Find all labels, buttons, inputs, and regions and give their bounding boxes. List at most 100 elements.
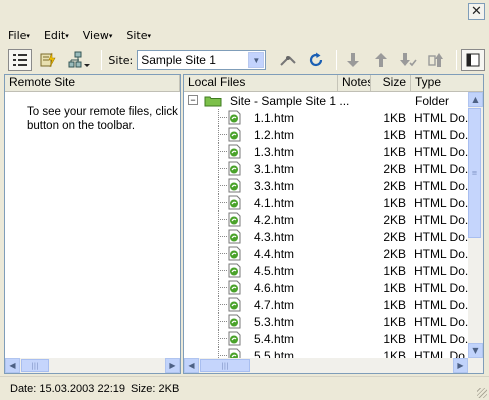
chevron-down-icon: ▾ — [26, 31, 30, 40]
file-name: 3.1.htm — [254, 162, 295, 176]
file-row[interactable]: 1.1.htm 1KB HTML Do... — [184, 109, 468, 126]
tree-line — [218, 270, 227, 271]
file-size: 1KB — [383, 111, 406, 125]
file-row[interactable]: 4.7.htm 1KB HTML Do... — [184, 296, 468, 313]
toolbar-separator — [335, 50, 337, 70]
tree-line — [218, 287, 227, 288]
html-file-icon — [228, 314, 241, 329]
scroll-down-icon[interactable]: ▼ — [468, 343, 483, 358]
file-name: 5.5.htm — [254, 349, 295, 358]
collapse-icon[interactable]: − — [188, 95, 198, 105]
testing-server-button[interactable] — [36, 49, 60, 71]
file-type: HTML Do... — [414, 281, 468, 295]
local-files-header: Local Files Notes Size Type — [184, 75, 483, 92]
get-files-button[interactable] — [341, 49, 365, 71]
file-row[interactable]: 4.1.htm 1KB HTML Do... — [184, 194, 468, 211]
local-horizontal-scrollbar[interactable]: ◀ ||| ▶ — [184, 358, 483, 373]
file-size: 1KB — [383, 196, 406, 210]
file-row[interactable]: 3.1.htm 2KB HTML Do... — [184, 160, 468, 177]
html-file-icon — [228, 195, 241, 210]
tree-line — [218, 253, 227, 254]
close-button[interactable]: ✕ — [468, 3, 485, 20]
site-select[interactable]: Sample Site 1 ▼ — [137, 50, 267, 70]
remote-site-message-line: button on the toolbar. — [27, 120, 136, 132]
tree-line — [218, 347, 226, 358]
file-size: 1KB — [383, 298, 406, 312]
menu-edit-label: Edit — [43, 28, 66, 42]
menu-view[interactable]: View▾ — [81, 27, 115, 44]
html-file-icon — [228, 110, 241, 125]
file-size: 1KB — [383, 315, 406, 329]
scroll-left-icon[interactable]: ◀ — [5, 358, 20, 373]
file-name: 5.3.htm — [254, 315, 295, 329]
file-type: HTML Do... — [414, 230, 468, 244]
file-name: 4.6.htm — [254, 281, 295, 295]
expand-collapse-button[interactable] — [461, 49, 485, 71]
status-bar: Date: 15.03.2003 22:19 Size: 2KB — [0, 376, 489, 400]
resize-grip-icon[interactable] — [477, 388, 487, 398]
scroll-thumb[interactable]: ≡ — [468, 108, 481, 238]
file-row[interactable]: 1.2.htm 1KB HTML Do... — [184, 126, 468, 143]
menu-site[interactable]: Site▾ — [124, 27, 153, 44]
site-map-button[interactable] — [64, 49, 94, 71]
site-label: Site: — [108, 53, 134, 67]
file-row[interactable]: 5.4.htm 1KB HTML Do... — [184, 330, 468, 347]
scroll-up-icon[interactable]: ▲ — [468, 92, 483, 107]
menu-file[interactable]: File▾ — [6, 27, 32, 44]
check-out-button[interactable] — [396, 49, 420, 71]
scroll-thumb[interactable]: ||| — [21, 359, 49, 372]
file-row[interactable]: 4.4.htm 2KB HTML Do... — [184, 245, 468, 262]
html-file-icon — [228, 280, 241, 295]
scroll-thumb[interactable]: ||| — [200, 359, 250, 372]
file-row[interactable]: 4.3.htm 2KB HTML Do... — [184, 228, 468, 245]
remote-horizontal-scrollbar[interactable]: ◀ ||| ▶ — [5, 358, 180, 373]
root-folder-row[interactable]: − Site - Sample Site 1 ... Folder — [184, 92, 468, 109]
html-file-icon — [228, 229, 241, 244]
file-type: HTML Do... — [414, 349, 468, 358]
status-size: Size: 2KB — [130, 382, 180, 395]
check-in-button[interactable] — [424, 49, 448, 71]
file-row[interactable]: 3.3.htm 2KB HTML Do... — [184, 177, 468, 194]
html-file-icon — [228, 144, 241, 159]
put-files-button[interactable] — [369, 49, 393, 71]
file-row[interactable]: 4.5.htm 1KB HTML Do... — [184, 262, 468, 279]
tree-line — [218, 117, 227, 118]
file-row[interactable]: 1.3.htm 1KB HTML Do... — [184, 143, 468, 160]
refresh-button[interactable] — [304, 49, 328, 71]
remote-site-message: To see your remote files, click th butto… — [27, 105, 179, 133]
file-type: HTML Do... — [414, 145, 468, 159]
size-column[interactable]: Size — [371, 75, 411, 91]
local-files-column[interactable]: Local Files — [184, 75, 338, 91]
chevron-down-icon[interactable]: ▼ — [248, 52, 265, 68]
tree-line — [218, 134, 227, 135]
site-files-view-button[interactable] — [8, 49, 32, 71]
file-row[interactable]: 5.5.htm 1KB HTML Do... — [184, 347, 468, 358]
notes-column[interactable]: Notes — [338, 75, 371, 91]
remote-site-header: Remote Site — [5, 75, 180, 92]
type-column[interactable]: Type — [411, 75, 483, 91]
chevron-down-icon: ▾ — [65, 31, 69, 40]
remote-site-column[interactable]: Remote Site — [5, 75, 180, 91]
file-name: 4.7.htm — [254, 298, 295, 312]
scroll-right-icon[interactable]: ▶ — [453, 358, 468, 373]
file-row[interactable]: 4.6.htm 1KB HTML Do... — [184, 279, 468, 296]
site-select-value: Sample Site 1 — [141, 53, 216, 67]
menu-view-label: View — [82, 28, 109, 42]
scroll-right-icon[interactable]: ▶ — [165, 358, 180, 373]
html-file-icon — [228, 246, 241, 261]
site-folder-icon — [204, 96, 222, 107]
expand-collapse-icon — [466, 53, 480, 67]
scroll-left-icon[interactable]: ◀ — [184, 358, 199, 373]
status-date: Date: 15.03.2003 22:19 — [10, 382, 125, 395]
html-file-icon — [228, 263, 241, 278]
local-vertical-scrollbar[interactable]: ▲ ≡ ▼ — [468, 92, 483, 358]
file-row[interactable]: 5.3.htm 1KB HTML Do... — [184, 313, 468, 330]
check-out-icon — [400, 53, 418, 67]
connect-button[interactable] — [276, 49, 300, 71]
tree-line — [218, 321, 227, 322]
local-files-panel: Local Files Notes Size Type − Site - Sam… — [183, 74, 484, 374]
file-row[interactable]: 4.2.htm 2KB HTML Do... — [184, 211, 468, 228]
menu-edit[interactable]: Edit▾ — [42, 27, 71, 44]
file-name: 1.2.htm — [254, 128, 295, 142]
file-type: HTML Do... — [414, 111, 468, 125]
